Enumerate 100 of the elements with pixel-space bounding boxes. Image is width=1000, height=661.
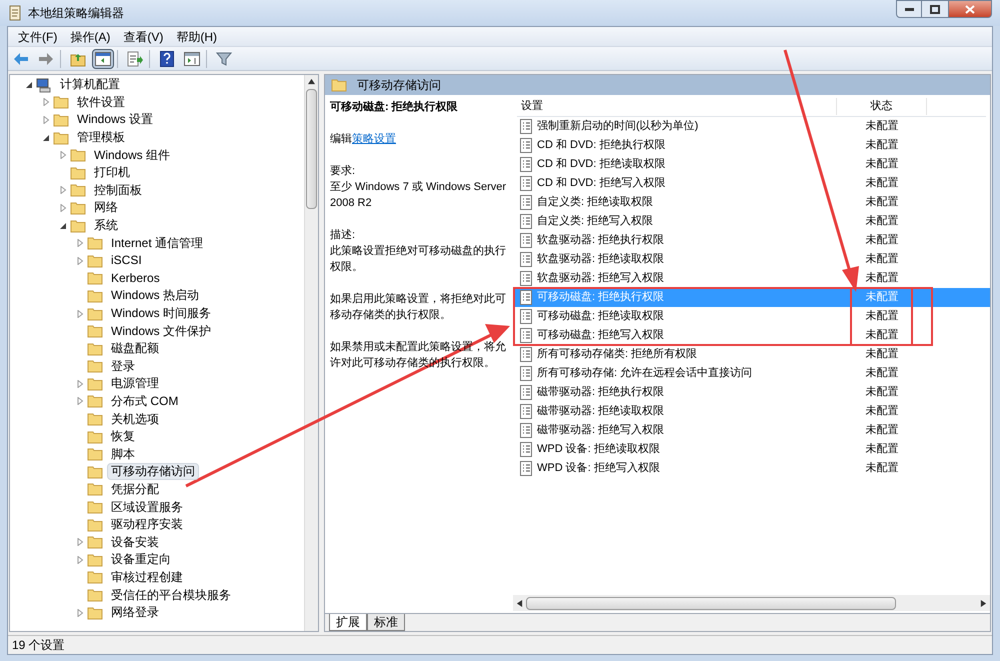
vertical-scrollbar[interactable]	[304, 75, 318, 631]
policy-row[interactable]: 可移动磁盘: 拒绝写入权限 未配置	[515, 326, 990, 345]
policy-row[interactable]: 自定义类: 拒绝写入权限 未配置	[515, 212, 990, 231]
menu-item[interactable]: 文件(F)	[12, 28, 64, 46]
policy-row[interactable]: WPD 设备: 拒绝读取权限 未配置	[515, 440, 990, 459]
tree-item[interactable]: 凭据分配	[107, 480, 163, 498]
policy-setting-icon	[520, 385, 532, 400]
menu-item[interactable]: 操作(A)	[64, 28, 116, 46]
policy-row[interactable]: 所有可移动存储: 允许在远程会话中直接访问 未配置	[515, 364, 990, 383]
view-tab[interactable]: 标准	[367, 614, 405, 631]
tree-item[interactable]: 系统	[90, 217, 122, 234]
tree-item[interactable]: 管理模板	[73, 129, 129, 146]
policy-row[interactable]: 磁带驱动器: 拒绝写入权限 未配置	[515, 421, 990, 440]
tree-item[interactable]: Kerberos	[107, 270, 164, 287]
folder-icon	[87, 306, 103, 321]
scrollbar-thumb[interactable]	[526, 596, 896, 610]
menu-item[interactable]: 帮助(H)	[170, 28, 223, 46]
scrollbar-thumb[interactable]	[306, 89, 317, 209]
minimize-button[interactable]	[896, 0, 922, 18]
policy-row[interactable]: CD 和 DVD: 拒绝执行权限 未配置	[515, 136, 990, 155]
collapsed-arrow-icon[interactable]	[76, 608, 84, 617]
tree-item[interactable]: 关机选项	[107, 410, 163, 428]
tree-item[interactable]: 软件设置	[73, 94, 129, 111]
policy-row[interactable]: 自定义类: 拒绝读取权限 未配置	[515, 193, 990, 212]
tree-item[interactable]: 打印机	[90, 164, 134, 182]
folder-icon	[87, 288, 103, 303]
policy-row[interactable]: CD 和 DVD: 拒绝读取权限 未配置	[515, 155, 990, 174]
policy-state: 未配置	[864, 461, 900, 476]
collapsed-arrow-icon[interactable]	[59, 151, 67, 160]
collapsed-arrow-icon[interactable]	[76, 538, 84, 546]
folder-icon	[53, 112, 69, 127]
scroll-right-icon[interactable]	[980, 600, 987, 606]
tree-item[interactable]: Windows 组件	[90, 146, 174, 164]
tree-item[interactable]: 登录	[107, 358, 139, 375]
folder-icon	[87, 588, 103, 602]
tree-item[interactable]: Windows 设置	[73, 111, 158, 128]
view-tab[interactable]: 扩展	[329, 614, 367, 631]
tree-item[interactable]: 电源管理	[107, 375, 163, 392]
tree-item[interactable]: 区域设置服务	[107, 498, 187, 516]
policy-name: CD 和 DVD: 拒绝执行权限	[537, 138, 666, 154]
tree-item[interactable]: 网络登录	[107, 604, 163, 622]
policy-row[interactable]: CD 和 DVD: 拒绝写入权限 未配置	[515, 174, 990, 193]
tree-item[interactable]: 磁盘配额	[107, 340, 163, 358]
policy-row[interactable]: 可移动磁盘: 拒绝读取权限 未配置	[515, 307, 990, 326]
collapsed-arrow-icon[interactable]	[76, 380, 84, 388]
collapsed-arrow-icon[interactable]	[76, 239, 84, 248]
tree-item[interactable]: Windows 热启动	[107, 287, 204, 304]
collapsed-arrow-icon[interactable]	[42, 116, 50, 124]
policy-state: 未配置	[864, 366, 900, 382]
tree-item[interactable]: Internet 通信管理	[107, 234, 208, 252]
scroll-up-icon[interactable]	[308, 78, 315, 85]
requirement-text: 至少 Windows 7 或 Windows Server 2008 R2	[330, 180, 508, 211]
collapsed-arrow-icon[interactable]	[76, 310, 84, 318]
policy-row[interactable]: 软盘驱动器: 拒绝执行权限 未配置	[515, 231, 990, 250]
folder-icon	[87, 376, 103, 391]
tree-item[interactable]: 受信任的平台模块服务	[107, 586, 235, 604]
tree-item[interactable]: 设备重定向	[107, 551, 175, 568]
tree-item[interactable]: 网络	[90, 199, 122, 216]
close-button[interactable]	[948, 0, 992, 18]
expanded-arrow-icon[interactable]	[25, 80, 33, 89]
pane-header-title: 可移动存储访问	[357, 77, 441, 94]
column-header[interactable]: 设置	[517, 98, 837, 115]
tree-item[interactable]: 脚本	[107, 446, 139, 463]
tree-item[interactable]: 控制面板	[90, 182, 146, 199]
horizontal-scrollbar[interactable]	[513, 595, 990, 611]
folder-icon	[331, 78, 347, 92]
toolbar-button[interactable]	[92, 48, 114, 68]
tree-item[interactable]: Windows 文件保护	[107, 322, 216, 340]
scroll-left-icon[interactable]	[516, 600, 523, 606]
policy-row[interactable]: 磁带驱动器: 拒绝读取权限 未配置	[515, 402, 990, 421]
collapsed-arrow-icon[interactable]	[76, 556, 84, 564]
back-arrow-icon	[13, 52, 29, 66]
policy-row[interactable]: 软盘驱动器: 拒绝写入权限 未配置	[515, 269, 990, 288]
maximize-button[interactable]	[922, 0, 948, 18]
column-header[interactable]: 状态	[837, 98, 927, 115]
policy-name: 强制重新启动的时间(以秒为单位)	[537, 118, 700, 134]
policy-row[interactable]: WPD 设备: 拒绝写入权限 未配置	[515, 459, 990, 478]
tree-item[interactable]: Windows 时间服务	[107, 305, 216, 322]
tree-item[interactable]: 驱动程序安装	[107, 516, 187, 534]
policy-row[interactable]: 强制重新启动的时间(以秒为单位) 未配置	[515, 117, 990, 136]
collapsed-arrow-icon[interactable]	[59, 186, 67, 194]
tree-item[interactable]: 可移动存储访问	[107, 463, 199, 480]
tree-item[interactable]: 计算机配置	[56, 76, 124, 94]
tree-item[interactable]: iSCSI	[107, 252, 146, 270]
policy-row[interactable]: 所有可移动存储类: 拒绝所有权限 未配置	[515, 345, 990, 364]
policy-settings-link[interactable]: 策略设置	[352, 133, 396, 145]
policy-row[interactable]: 磁带驱动器: 拒绝执行权限 未配置	[515, 383, 990, 402]
tree-item[interactable]: 审核过程创建	[107, 568, 187, 586]
folder-icon	[70, 166, 86, 180]
tree-item[interactable]: 设备安装	[107, 534, 163, 551]
collapsed-arrow-icon[interactable]	[59, 204, 67, 212]
expanded-arrow-icon[interactable]	[59, 222, 67, 230]
policy-row[interactable]: 软盘驱动器: 拒绝读取权限 未配置	[515, 250, 990, 269]
menu-item[interactable]: 查看(V)	[117, 28, 170, 46]
tree-item[interactable]: 恢复	[107, 428, 139, 446]
collapsed-arrow-icon[interactable]	[76, 256, 84, 265]
collapsed-arrow-icon[interactable]	[42, 98, 50, 106]
tree-item[interactable]: 分布式 COM	[107, 392, 182, 410]
expanded-arrow-icon[interactable]	[42, 134, 50, 142]
collapsed-arrow-icon[interactable]	[76, 397, 84, 406]
